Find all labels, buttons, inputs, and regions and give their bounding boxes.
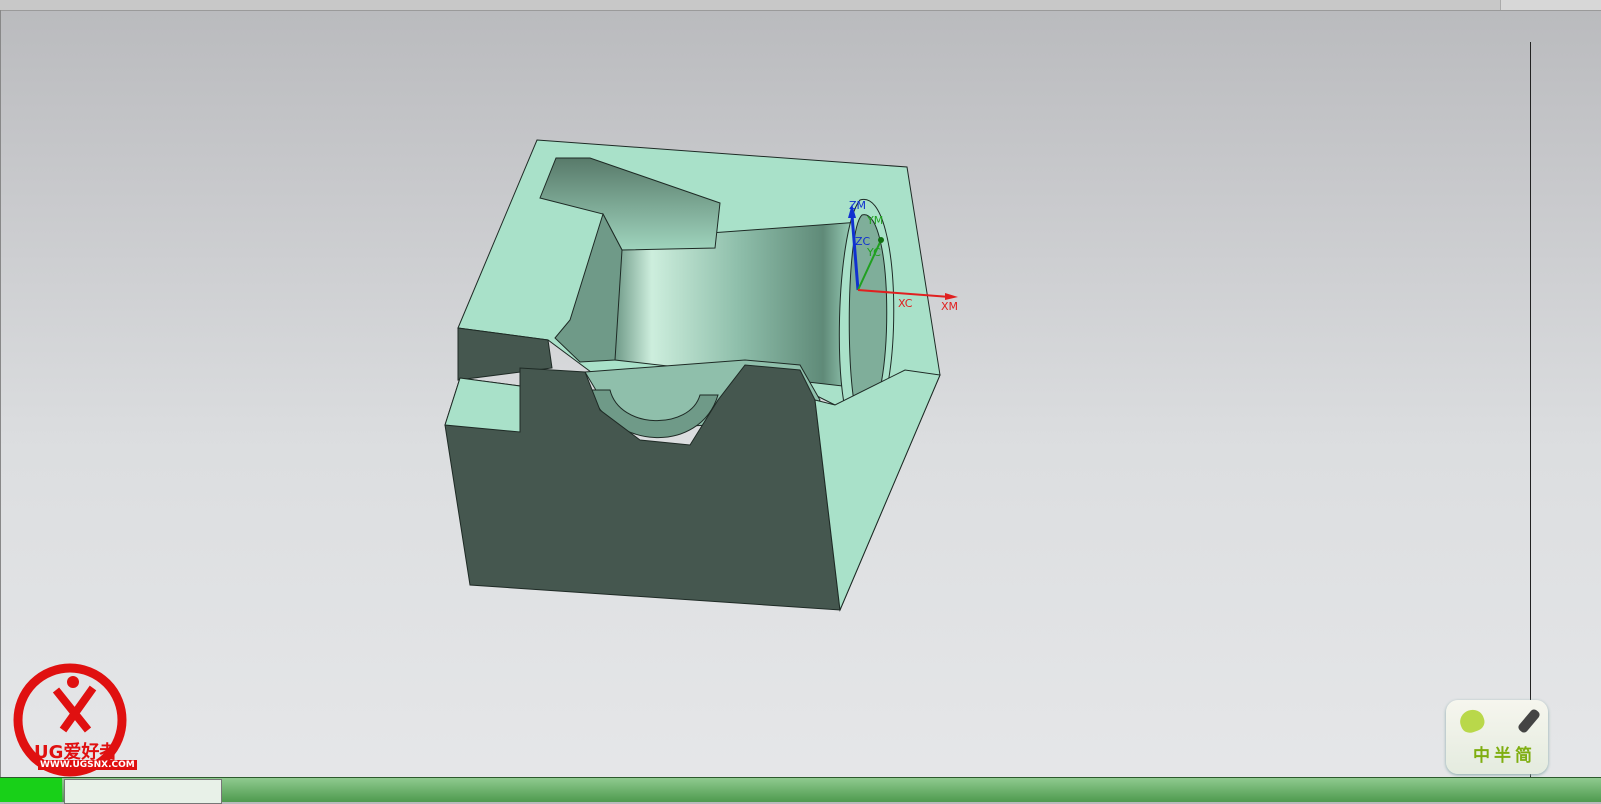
graphics-viewport[interactable]: ZM YM ZC YC XC XM bbox=[0, 0, 1601, 777]
front-left-step bbox=[444, 377, 521, 433]
yc-label: YC bbox=[866, 246, 881, 259]
start-button[interactable] bbox=[0, 778, 62, 802]
heart-icon bbox=[1456, 706, 1488, 736]
xm-label: XM bbox=[941, 300, 958, 313]
pen-icon bbox=[1516, 707, 1542, 735]
logo-url: WWW.UGSNX.COM bbox=[38, 760, 137, 770]
taskbar-task-button[interactable] bbox=[64, 779, 222, 804]
xc-label: XC bbox=[898, 297, 913, 310]
ym-label: YM bbox=[866, 214, 883, 227]
taskbar bbox=[0, 777, 1601, 804]
ime-status-widget[interactable]: 中半简 bbox=[1446, 700, 1548, 774]
zm-label: ZM bbox=[849, 199, 866, 212]
ime-mode-label: 中半简 bbox=[1473, 746, 1536, 766]
ugsnx-watermark-logo: UG爱好者 WWW.UGSNX.COM bbox=[8, 660, 137, 780]
x-arrowhead-icon bbox=[945, 293, 958, 300]
y-origin-marker bbox=[878, 237, 884, 243]
